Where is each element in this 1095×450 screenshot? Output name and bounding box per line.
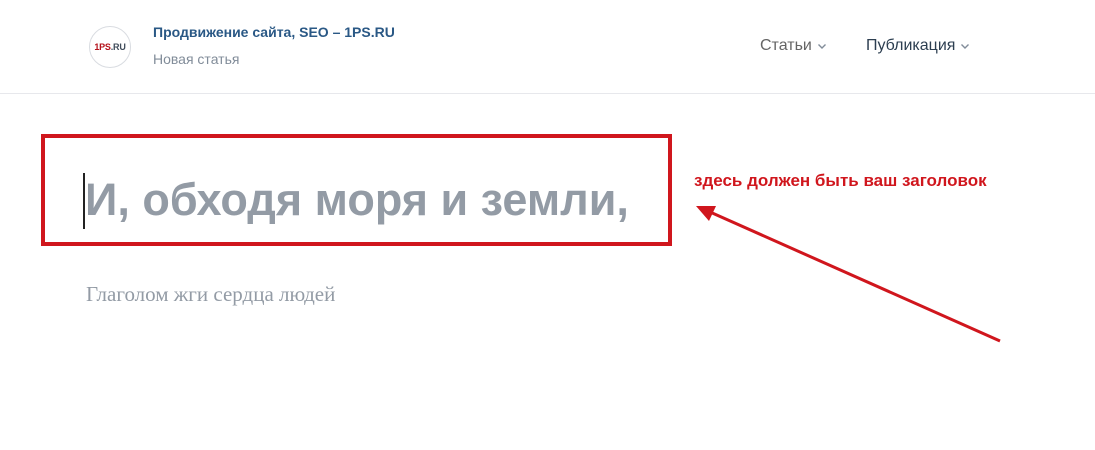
site-logo[interactable]: 1PS.RU — [89, 26, 131, 68]
nav-publish-dropdown[interactable]: Публикация — [866, 37, 970, 55]
nav-publish-label: Публикация — [866, 37, 956, 54]
logo-text-red: 1PS — [94, 42, 111, 52]
text-cursor — [83, 173, 85, 229]
page-subtitle: Новая статья — [153, 51, 240, 67]
chevron-down-icon — [817, 44, 826, 49]
logo-text: 1PS.RU — [94, 42, 126, 52]
logo-text-dark: .RU — [110, 42, 126, 52]
annotation-label: здесь должен быть ваш заголовок — [694, 171, 987, 190]
nav-articles-dropdown[interactable]: Статьи — [760, 37, 827, 55]
top-header: 1PS.RU Продвижение сайта, SEO – 1PS.RU Н… — [0, 0, 1095, 94]
nav-articles-label: Статьи — [760, 37, 812, 54]
article-subtitle-input[interactable]: Глаголом жги сердца людей — [86, 282, 335, 307]
article-editor-page: 1PS.RU Продвижение сайта, SEO – 1PS.RU Н… — [0, 0, 1095, 450]
article-title-input[interactable]: И, обходя моря и земли, — [85, 168, 629, 232]
chevron-down-icon — [961, 44, 970, 49]
site-title-link[interactable]: Продвижение сайта, SEO – 1PS.RU — [153, 24, 395, 40]
